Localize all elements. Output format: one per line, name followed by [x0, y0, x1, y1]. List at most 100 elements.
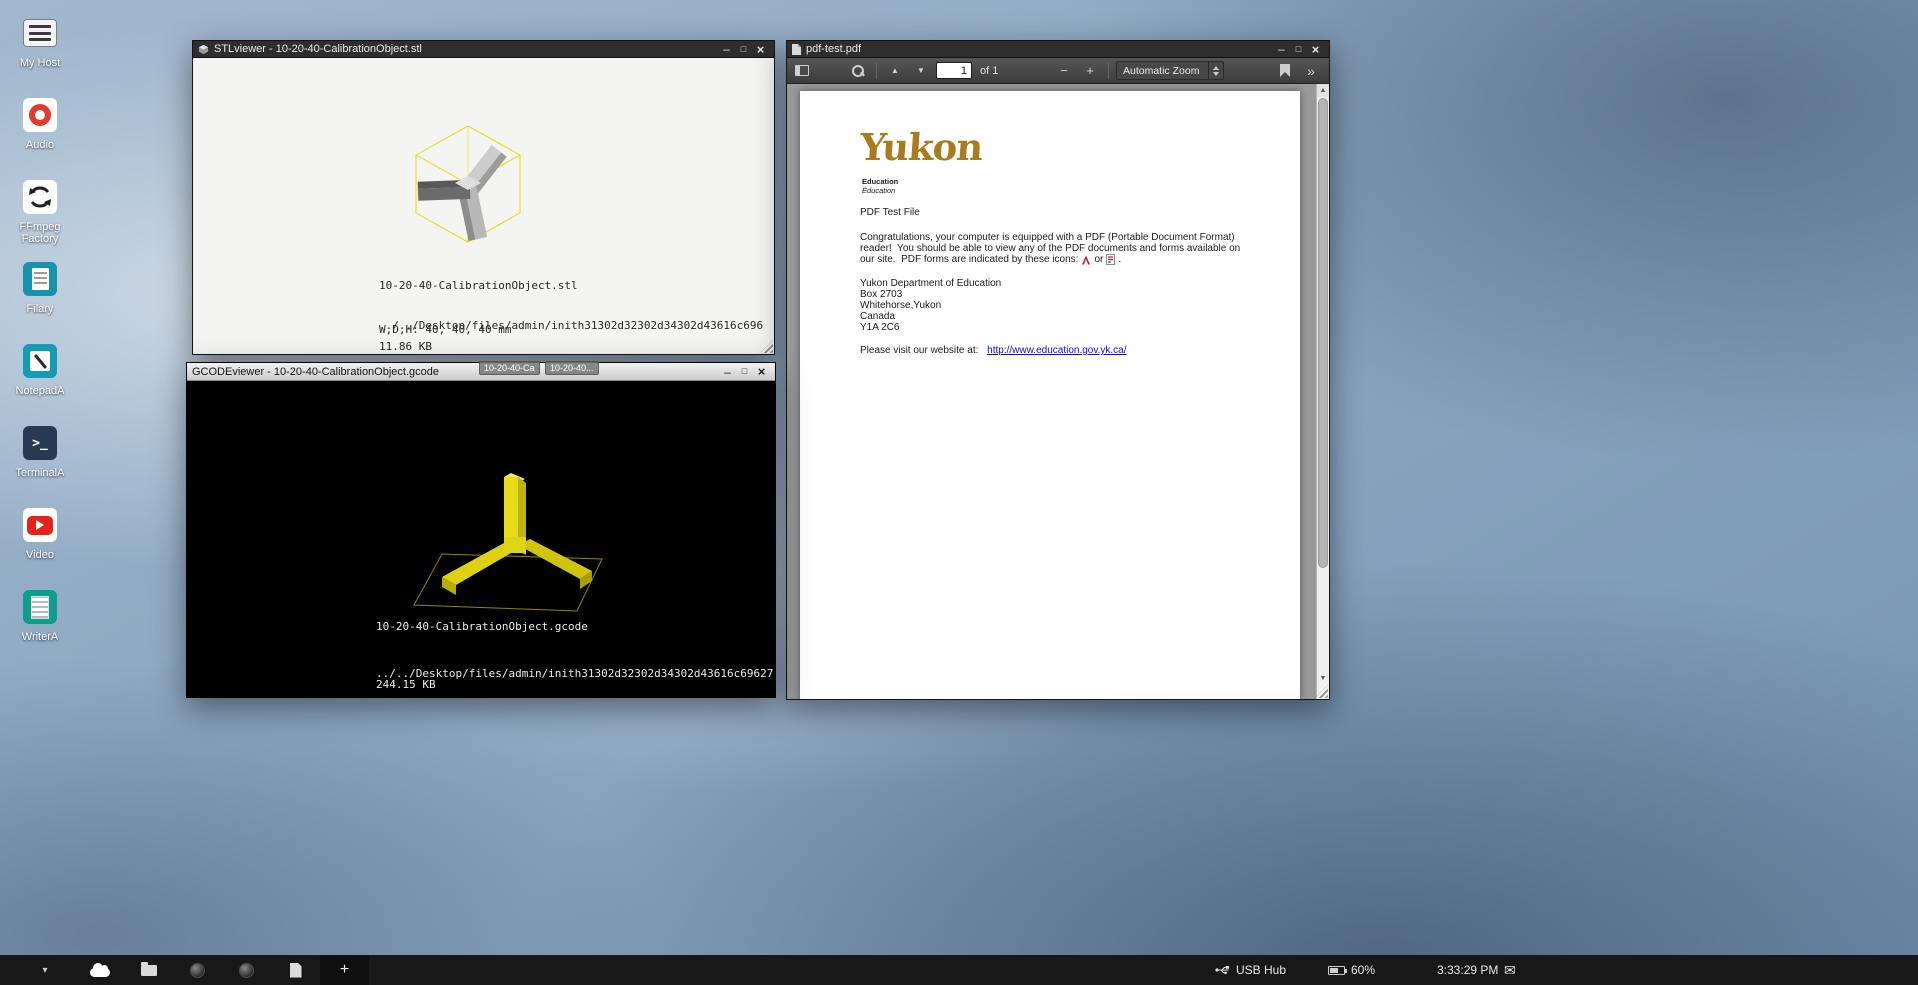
stl-3d-render — [393, 114, 543, 274]
address-line: Y1A 2C6 — [860, 322, 899, 333]
desktop-icon-label: Filary — [27, 303, 54, 315]
ffmpeg-recycle-icon — [23, 180, 57, 214]
mail-tray-item[interactable]: ✉ — [1504, 955, 1516, 985]
desktop-icon-audio[interactable]: Audio — [8, 96, 72, 178]
desktop-icon-label: TerminalA — [16, 467, 65, 479]
pdf-window-title: pdf-test.pdf — [806, 43, 861, 55]
desktop-icon-notepada[interactable]: NotepadA — [8, 342, 72, 424]
pdf-page: Yukon Education Éducation PDF Test File … — [800, 91, 1300, 699]
vertical-scrollbar[interactable]: ▲ ▼ — [1316, 84, 1329, 699]
page-number-input[interactable] — [936, 62, 972, 79]
desktop-icon-label: My Host — [20, 57, 60, 69]
desktop-file-calibration-stl[interactable]: 10-20-40-Ca — [479, 361, 540, 375]
education-website-link[interactable]: http://www.education.gov.yk.ca/ — [987, 345, 1126, 356]
terminal-icon: >_ — [23, 426, 57, 460]
stl-titlebar[interactable]: STLviewer - 10-20-40-CalibrationObject.s… — [193, 41, 774, 58]
desktop-file-calibration-gcode[interactable]: 10-20-40... — [545, 361, 599, 375]
clock: 3:33:29 PM — [1437, 955, 1498, 985]
zoom-select-value: Automatic Zoom — [1123, 65, 1199, 77]
computer-icon — [23, 19, 57, 47]
minimize-button[interactable]: – — [1273, 42, 1290, 57]
toolbar-separator — [1108, 63, 1109, 79]
desktop-icon-label: FFmpeg Factory — [8, 221, 72, 245]
website-label: Please visit our website at: — [860, 345, 981, 356]
gcodeviewer-app-icon — [239, 963, 254, 978]
maximize-button[interactable]: □ — [736, 364, 753, 379]
stlviewer-app-icon — [198, 44, 209, 55]
sidebar-toggle-button[interactable] — [791, 61, 813, 81]
gcodeviewer-window: GCODEviewer - 10-20-40-CalibrationObject… — [186, 362, 776, 698]
gcode-3d-viewport[interactable]: 10-20-40-CalibrationObject.gcode ../../D… — [187, 381, 775, 697]
taskbar-gcodeviewer-button[interactable] — [222, 955, 271, 985]
taskbar-new-button[interactable]: + — [320, 955, 369, 985]
pdf-body-text: reader! You should be able to view any o… — [860, 243, 1240, 255]
gcode-object — [442, 473, 592, 595]
maximize-button[interactable]: □ — [1290, 42, 1307, 57]
desktop-file-label: 10-20-40... — [550, 363, 594, 373]
desktop-icon-label: NotepadA — [16, 385, 65, 397]
gcode-file-size: 244.15 KB — [376, 679, 436, 691]
audio-icon — [23, 98, 57, 132]
battery-icon — [1328, 966, 1345, 975]
battery-tray-item[interactable]: 60% — [1328, 955, 1375, 985]
taskbar-folder-button[interactable] — [124, 955, 173, 985]
taskbar-pdf-button[interactable] — [271, 955, 320, 985]
bookmark-button[interactable] — [1274, 61, 1296, 81]
pdf-viewer-window: pdf-test.pdf – □ × ▲ ▼ of 1 − + Automati… — [786, 40, 1330, 700]
taskbar: ▾ + USB Hub 60% 3:33:29 PM ✉ — [0, 955, 1918, 985]
gcode-3d-render — [412, 459, 622, 634]
notepad-icon — [23, 344, 57, 378]
pdf-titlebar[interactable]: pdf-test.pdf – □ × — [787, 41, 1329, 58]
maximize-button[interactable]: □ — [735, 42, 752, 57]
desktop-icon-terminala[interactable]: >_ TerminalA — [8, 424, 72, 506]
desktop-icon-ffmpeg-factory[interactable]: FFmpeg Factory — [8, 178, 72, 260]
desktop-icon-writera[interactable]: WriterA — [8, 588, 72, 670]
close-button[interactable]: × — [1307, 42, 1324, 57]
zoom-in-button[interactable]: + — [1079, 61, 1101, 81]
usb-hub-tray-item[interactable]: USB Hub — [1215, 955, 1286, 985]
minimize-button[interactable]: – — [719, 364, 736, 379]
file-manager-icon — [23, 262, 57, 296]
website-line: Please visit our website at: http://www.… — [860, 345, 1127, 356]
bookmark-icon — [1280, 64, 1290, 77]
search-icon — [851, 64, 865, 78]
taskbar-stlviewer-button[interactable] — [173, 955, 222, 985]
yukon-logo: Yukon — [859, 129, 984, 166]
cloud-icon — [90, 968, 110, 977]
usb-hub-label: USB Hub — [1236, 963, 1286, 977]
scroll-up-arrow[interactable]: ▲ — [1317, 84, 1329, 97]
pdf-body-text: Congratulations, your computer is equipp… — [860, 232, 1235, 244]
close-button[interactable]: × — [753, 364, 770, 379]
stl-3d-viewport[interactable]: 10-20-40-CalibrationObject.stl ../../Des… — [193, 58, 774, 354]
desktop-icon-my-host[interactable]: My Host — [8, 14, 72, 96]
acrobat-pdf-icon — [1081, 255, 1091, 265]
scroll-down-arrow[interactable]: ▼ — [1317, 672, 1329, 685]
close-button[interactable]: × — [752, 42, 769, 57]
taskbar-cloud-button[interactable] — [75, 955, 124, 985]
find-button[interactable] — [847, 61, 869, 81]
zoom-out-button[interactable]: − — [1053, 61, 1075, 81]
folder-icon — [141, 965, 157, 976]
scrollbar-thumb[interactable] — [1318, 98, 1328, 568]
usb-icon — [1215, 964, 1230, 976]
pdf-toolbar: ▲ ▼ of 1 − + Automatic Zoom » — [787, 58, 1329, 84]
previous-page-button[interactable]: ▲ — [884, 61, 906, 81]
desktop-icon-video[interactable]: Video — [8, 506, 72, 588]
desktop-icon-label: Video — [26, 549, 54, 561]
next-page-button[interactable]: ▼ — [910, 61, 932, 81]
desktop-icon-filary[interactable]: Filary — [8, 260, 72, 342]
secondary-toolbar-button[interactable]: » — [1300, 61, 1322, 81]
video-play-icon — [23, 508, 57, 542]
pdf-app-icon — [792, 44, 801, 55]
minimize-button[interactable]: – — [718, 42, 735, 57]
stl-file-name: 10-20-40-CalibrationObject.stl — [379, 280, 578, 292]
zoom-select-dropdown[interactable]: Automatic Zoom — [1116, 61, 1224, 80]
gcode-window-title: GCODEviewer - 10-20-40-CalibrationObject… — [192, 366, 439, 378]
writer-document-icon — [23, 590, 57, 624]
stlviewer-window: STLviewer - 10-20-40-CalibrationObject.s… — [192, 40, 775, 355]
address-line: Box 2703 — [860, 289, 902, 300]
sidebar-toggle-icon — [795, 65, 809, 76]
pdf-content-area[interactable]: Yukon Education Éducation PDF Test File … — [787, 84, 1329, 699]
gcode-file-name: 10-20-40-CalibrationObject.gcode — [376, 621, 588, 633]
taskbar-chevron-icon[interactable]: ▾ — [34, 955, 56, 985]
